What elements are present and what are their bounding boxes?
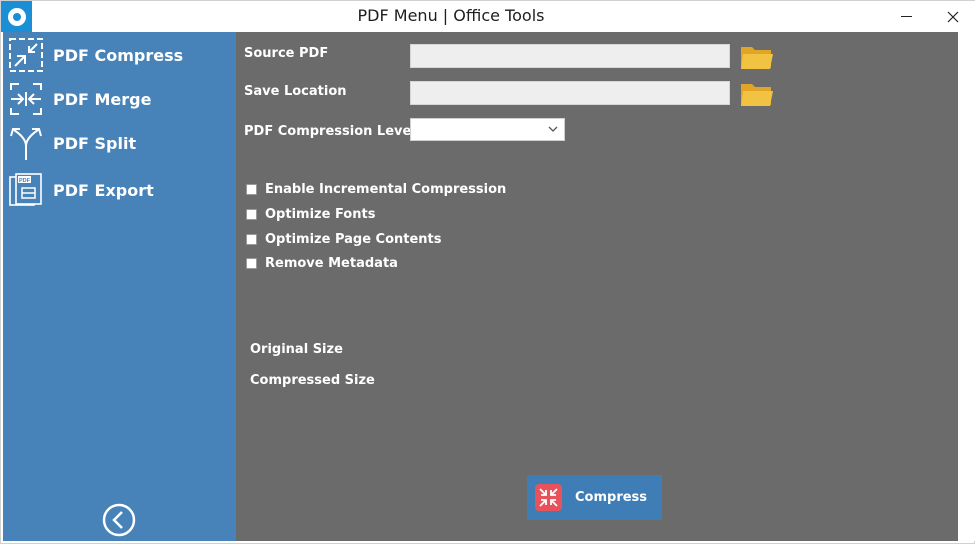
sidebar-item-label: PDF Split <box>53 133 137 153</box>
option-incremental-compression[interactable]: Enable Incremental Compression <box>246 180 506 198</box>
compress-button-label: Compress <box>575 490 648 505</box>
sidebar-item-pdf-merge[interactable]: PDF Merge <box>3 78 236 120</box>
source-pdf-label: Source PDF <box>244 46 329 61</box>
option-label: Optimize Fonts <box>265 206 376 222</box>
sidebar-item-pdf-split[interactable]: PDF Split <box>3 122 236 164</box>
window-title: PDF Menu | Office Tools <box>1 1 901 32</box>
main-panel: Source PDF Save Location PDF Compression… <box>236 32 958 541</box>
sidebar-item-label: PDF Compress <box>53 45 184 65</box>
compress-arrows-icon <box>535 484 562 511</box>
sidebar-item-pdf-compress[interactable]: PDF Compress <box>3 34 236 76</box>
checkbox[interactable] <box>246 233 257 245</box>
compression-level-label: PDF Compression Level <box>244 124 416 139</box>
option-label: Optimize Page Contents <box>265 231 442 247</box>
checkbox[interactable] <box>246 183 257 195</box>
svg-text:PDF: PDF <box>19 178 31 184</box>
app-window: PDF Menu | Office Tools PDF Compress PDF… <box>0 0 975 544</box>
option-label: Remove Metadata <box>265 255 398 271</box>
compression-level-select[interactable] <box>410 118 565 141</box>
close-button[interactable] <box>930 1 975 32</box>
chevron-down-icon <box>548 126 558 132</box>
close-icon <box>947 11 959 22</box>
original-size-label: Original Size <box>250 342 343 357</box>
checkbox[interactable] <box>246 257 257 269</box>
compressed-size-label: Compressed Size <box>250 373 375 388</box>
sidebar: PDF Compress PDF Merge PDF Split PDF PDF… <box>3 32 236 541</box>
minimize-button[interactable] <box>883 1 929 32</box>
source-folder-icon[interactable] <box>740 43 774 71</box>
sidebar-item-pdf-export[interactable]: PDF PDF Export <box>3 169 236 211</box>
save-folder-icon[interactable] <box>740 80 774 108</box>
sidebar-item-label: PDF Export <box>53 180 154 200</box>
sidebar-item-label: PDF Merge <box>53 89 152 109</box>
back-arrow-icon[interactable] <box>101 502 137 538</box>
window-title-text: PDF Menu | Office Tools <box>357 6 545 25</box>
title-bar: PDF Menu | Office Tools <box>1 1 975 32</box>
option-label: Enable Incremental Compression <box>265 181 507 197</box>
window-right-gutter <box>958 32 975 541</box>
compress-button[interactable]: Compress <box>527 475 662 520</box>
option-optimize-page-contents[interactable]: Optimize Page Contents <box>246 230 442 248</box>
merge-icon <box>10 83 42 115</box>
option-remove-metadata[interactable]: Remove Metadata <box>246 254 398 272</box>
option-optimize-fonts[interactable]: Optimize Fonts <box>246 205 375 223</box>
minimize-icon <box>900 16 912 17</box>
pdf-export-icon: PDF <box>9 173 42 206</box>
split-icon <box>10 128 42 160</box>
compress-icon <box>9 38 43 72</box>
checkbox[interactable] <box>246 208 257 220</box>
save-location-label: Save Location <box>244 84 347 99</box>
save-location-field[interactable] <box>410 81 730 105</box>
source-pdf-field[interactable] <box>410 44 730 68</box>
